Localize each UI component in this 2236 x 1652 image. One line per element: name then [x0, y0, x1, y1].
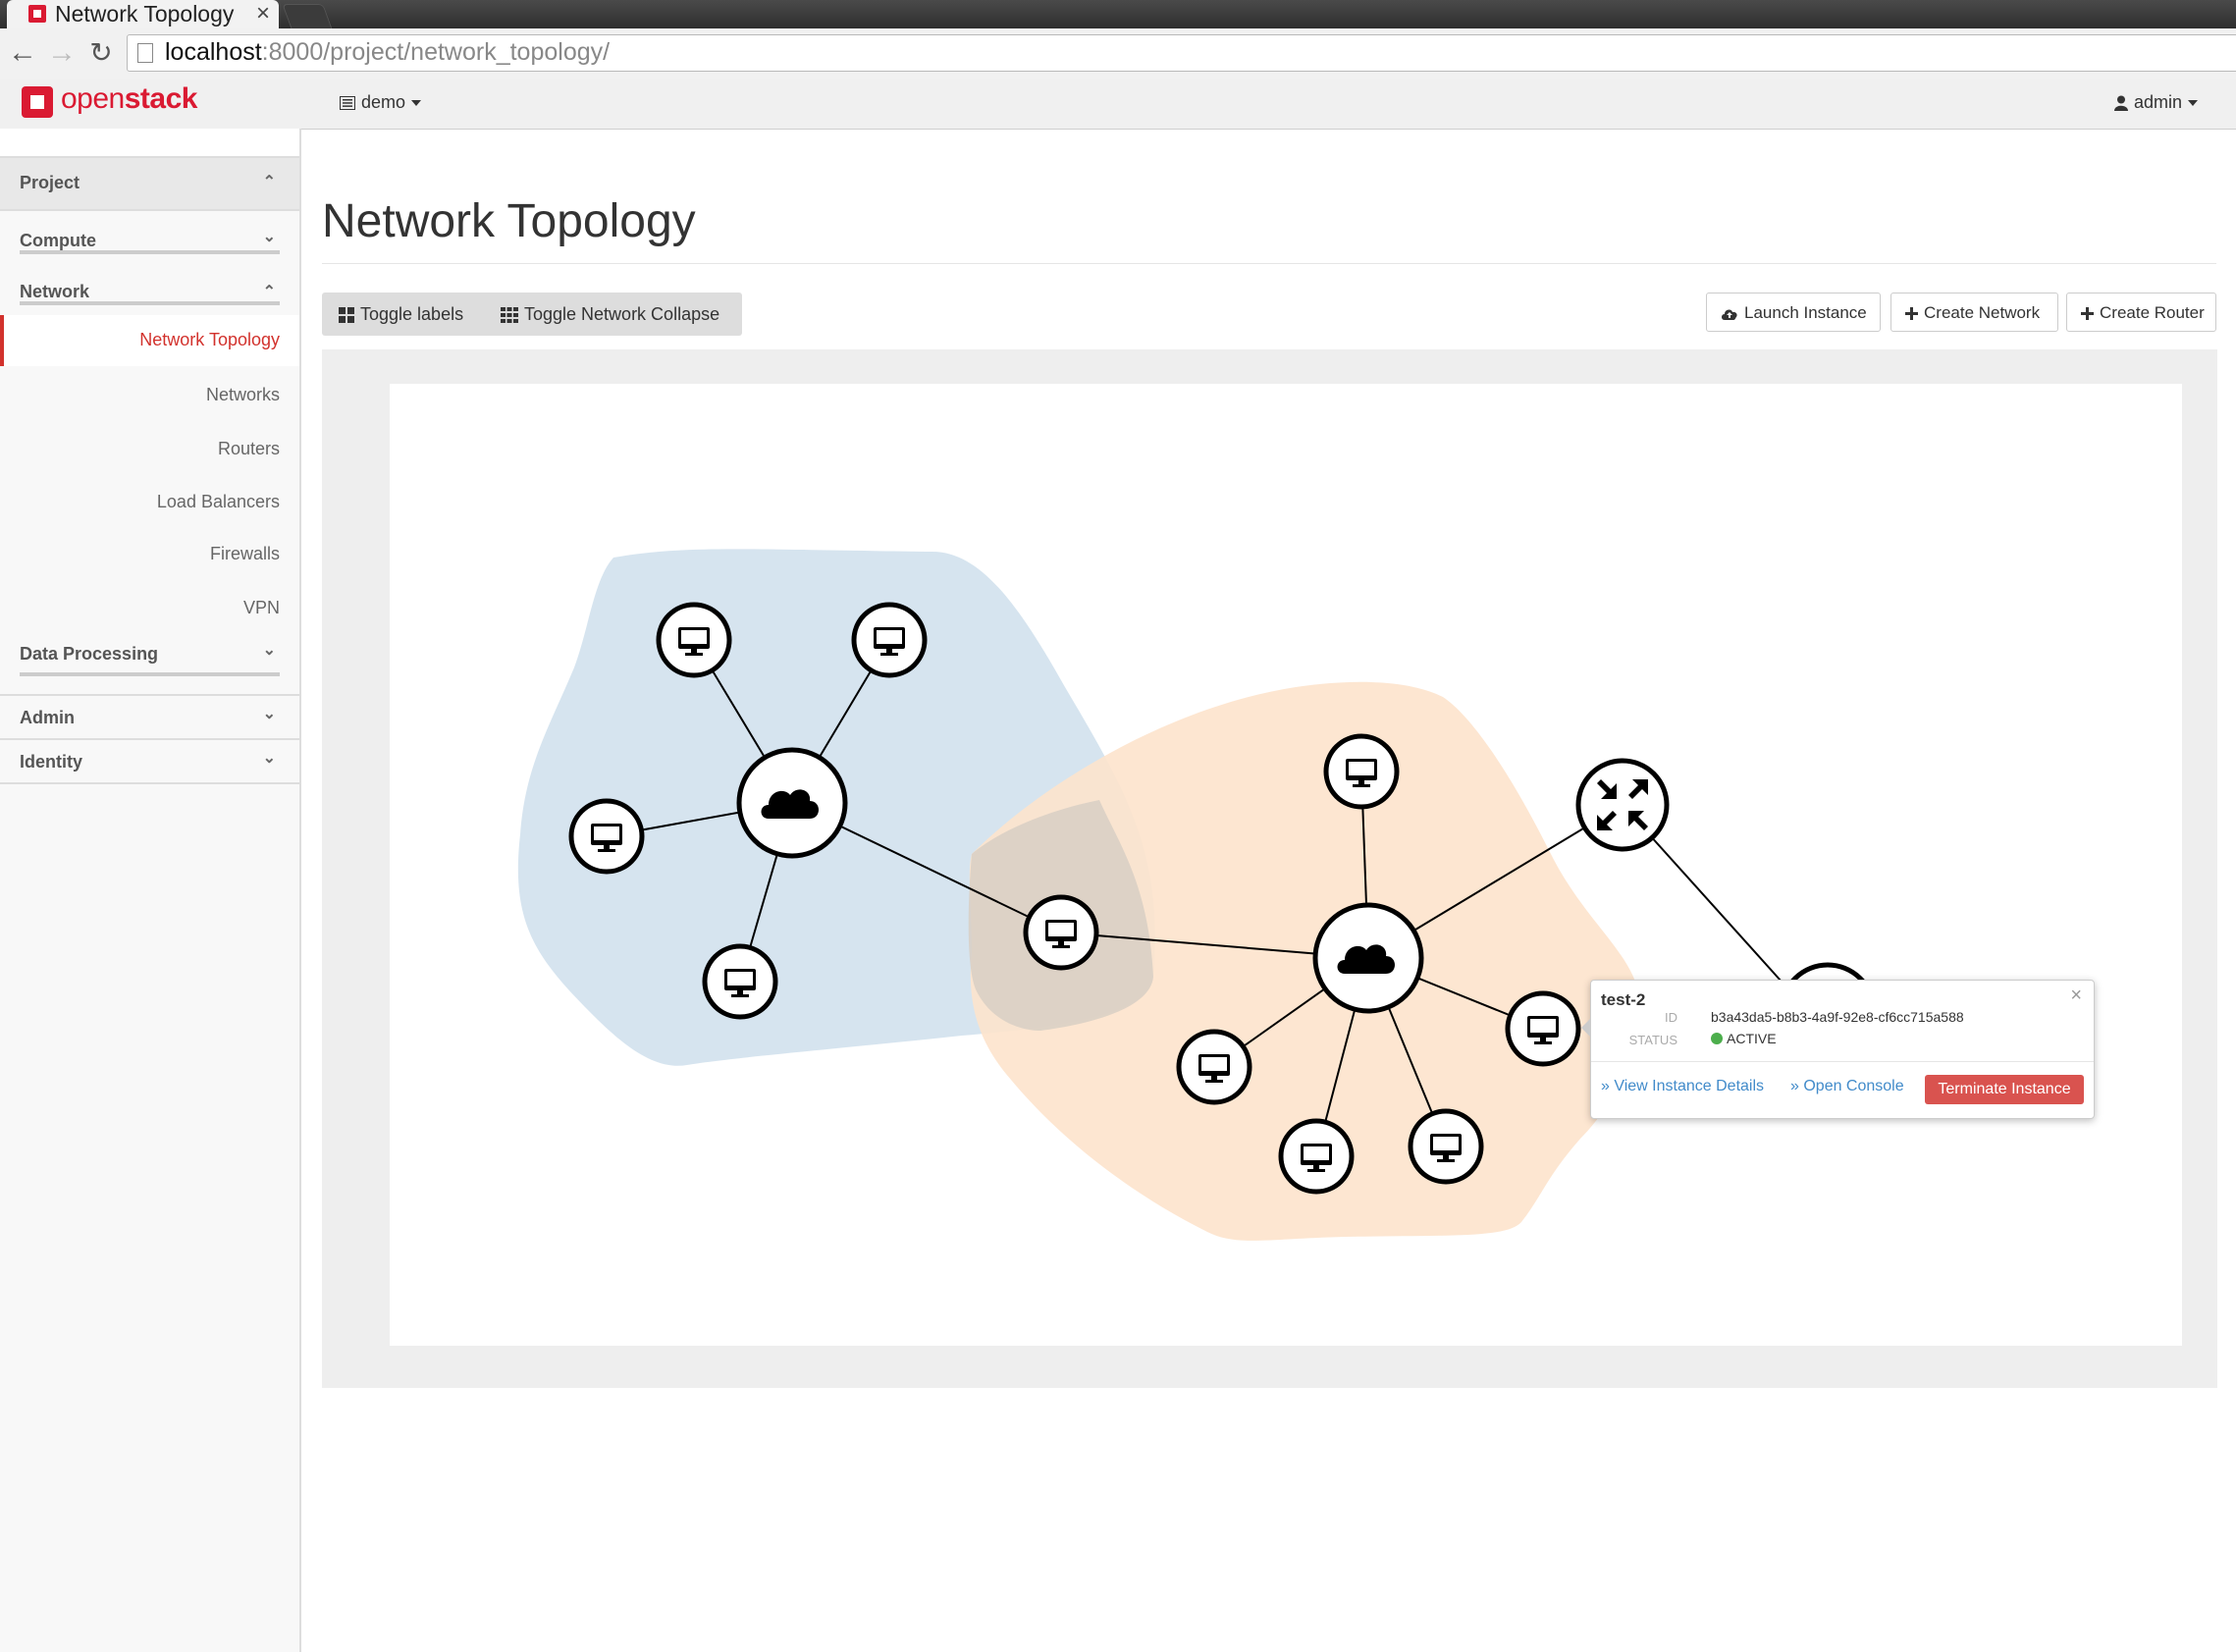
- instance-node[interactable]: [1023, 894, 1099, 971]
- close-icon[interactable]: ×: [2070, 985, 2082, 1007]
- instance-node[interactable]: [568, 798, 645, 875]
- instance-node[interactable]: [1323, 733, 1400, 810]
- instance-node[interactable]: [851, 602, 928, 678]
- status-active-icon: [1711, 1033, 1723, 1044]
- instance-id: b3a43da5-b8b3-4a9f-92e8-cf6cc715a588: [1711, 1009, 1964, 1025]
- view-instance-details-link[interactable]: » View Instance Details: [1601, 1078, 1764, 1095]
- instance-node[interactable]: [656, 602, 732, 678]
- network-node[interactable]: [736, 747, 848, 859]
- instance-status: ACTIVE: [1711, 1031, 1777, 1046]
- open-console-link[interactable]: » Open Console: [1790, 1078, 1904, 1095]
- topology-canvas[interactable]: [0, 0, 2236, 1652]
- terminate-instance-button[interactable]: Terminate Instance: [1925, 1075, 2084, 1104]
- instance-node[interactable]: [1176, 1029, 1252, 1105]
- status-label: STATUS: [1628, 1033, 1677, 1047]
- instance-popup: test-2 × ID b3a43da5-b8b3-4a9f-92e8-cf6c…: [1581, 980, 2095, 1119]
- status-value: ACTIVE: [1727, 1031, 1777, 1046]
- instance-name: test-2: [1601, 990, 1646, 1009]
- id-label: ID: [1665, 1010, 1677, 1025]
- instance-node[interactable]: [1408, 1108, 1484, 1185]
- instance-node[interactable]: [702, 943, 778, 1020]
- router-node[interactable]: [1575, 758, 1670, 852]
- popup-divider: [1591, 1061, 2094, 1062]
- network-node[interactable]: [1312, 902, 1424, 1014]
- instance-node-selected[interactable]: [1505, 990, 1581, 1067]
- instance-node[interactable]: [1278, 1118, 1355, 1195]
